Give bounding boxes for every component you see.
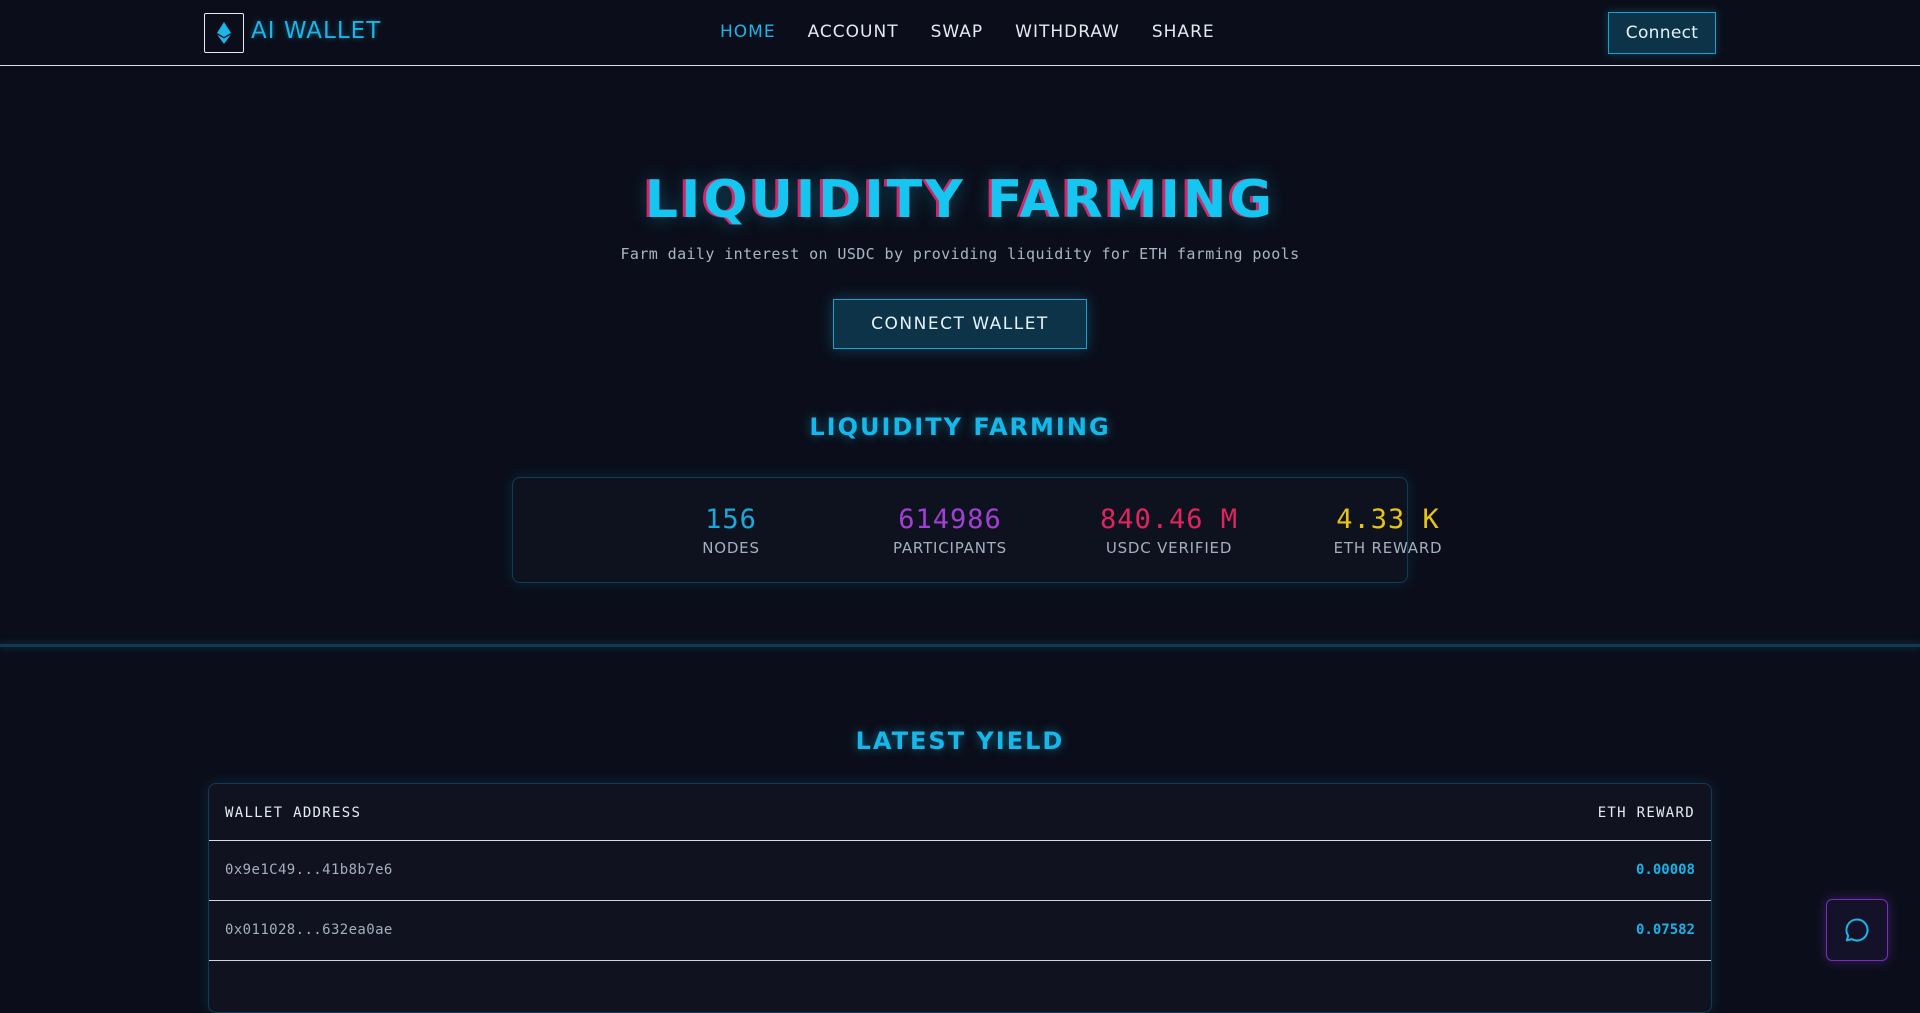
stats-panel: 156 NODES 614986 PARTICIPANTS 840.46 M U… — [512, 477, 1442, 583]
stat-nodes: 156 NODES — [631, 504, 831, 557]
table-row: 0x011028...632ea0ae 0.07582 — [209, 901, 1711, 961]
top-navbar: AI WALLET HOME ACCOUNT SWAP WITHDRAW SHA… — [0, 0, 1920, 66]
stat-label: NODES — [702, 539, 760, 557]
nav-link-account[interactable]: ACCOUNT — [808, 22, 899, 42]
chat-bubble-icon — [1845, 918, 1869, 942]
eth-reward: 0.00008 — [1635, 862, 1695, 878]
section-divider — [0, 644, 1920, 647]
stat-label: PARTICIPANTS — [892, 539, 1007, 557]
stat-value: 156 — [705, 504, 757, 535]
stat-value: 614986 — [898, 504, 1002, 535]
table-header: WALLET ADDRESS ETH REWARD — [209, 784, 1711, 841]
yield-section-title: LATEST YIELD — [855, 727, 1065, 755]
logo-badge[interactable] — [204, 13, 244, 53]
stat-label: USDC VERIFIED — [1105, 539, 1233, 557]
stat-participants: 614986 PARTICIPANTS — [850, 504, 1050, 557]
nav-links: HOME ACCOUNT SWAP WITHDRAW SHARE — [720, 22, 1247, 42]
nav-link-share[interactable]: SHARE — [1152, 22, 1215, 42]
eth-reward: 0.07582 — [1635, 922, 1695, 938]
stat-eth-reward: 4.33 K ETH REWARD — [1288, 504, 1488, 557]
connect-button[interactable]: Connect — [1608, 12, 1716, 54]
nav-link-home[interactable]: HOME — [720, 22, 776, 42]
stat-usdc-verified: 840.46 M USDC VERIFIED — [1069, 504, 1269, 557]
logo-text[interactable]: AI WALLET — [251, 18, 381, 44]
hero-title: LIQUIDITY FARMING — [644, 170, 1276, 230]
nav-link-swap[interactable]: SWAP — [931, 22, 984, 42]
column-header-wallet-address: WALLET ADDRESS — [225, 805, 362, 821]
connect-wallet-button[interactable]: CONNECT WALLET — [833, 299, 1087, 349]
stat-value: 840.46 M — [1099, 504, 1239, 535]
chat-button[interactable] — [1826, 899, 1888, 961]
stat-label: ETH REWARD — [1333, 539, 1443, 557]
table-row: 0x9e1C49...41b8b7e6 0.00008 — [209, 841, 1711, 901]
wallet-address: 0x9e1C49...41b8b7e6 — [225, 862, 393, 878]
yield-table: WALLET ADDRESS ETH REWARD 0x9e1C49...41b… — [208, 783, 1712, 1013]
nav-link-withdraw[interactable]: WITHDRAW — [1015, 22, 1120, 42]
stat-value: 4.33 K — [1336, 504, 1440, 535]
column-header-eth-reward: ETH REWARD — [1597, 805, 1695, 821]
ethereum-icon — [217, 22, 231, 44]
stats-section-title: LIQUIDITY FARMING — [809, 413, 1111, 441]
hero-subtitle: Farm daily interest on USDC by providing… — [620, 245, 1300, 263]
wallet-address: 0x011028...632ea0ae — [225, 922, 393, 938]
